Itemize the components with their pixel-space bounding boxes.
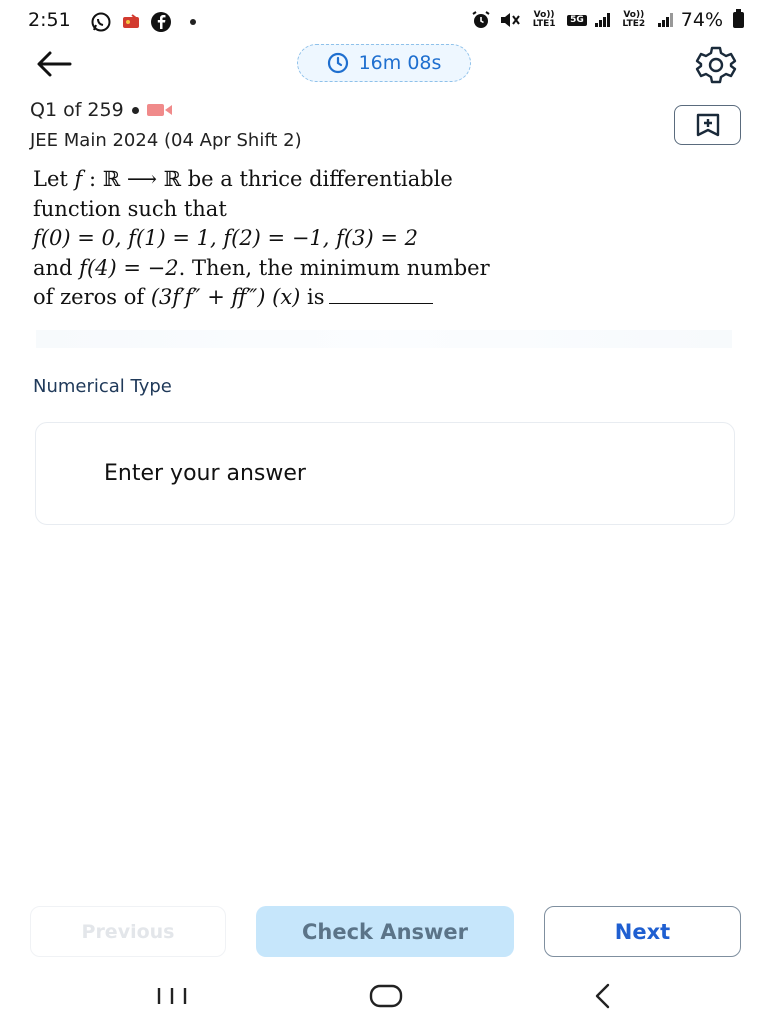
question-line-5: of zeros of (3f′f″ + ff‴) (x) is: [33, 283, 733, 313]
battery-icon: [733, 9, 744, 28]
chevron-left-icon: [595, 983, 610, 1009]
bookmark-add-icon: [696, 113, 719, 137]
recent-apps-icon: [157, 988, 187, 1004]
answer-input[interactable]: [35, 422, 735, 525]
question-line-4: and f(4) = −2. Then, the minimum number: [33, 254, 733, 284]
q-text: Let: [33, 167, 75, 191]
previous-button[interactable]: Previous: [30, 906, 226, 957]
video-icon[interactable]: [146, 103, 173, 117]
clock-icon: [327, 52, 348, 74]
check-answer-button[interactable]: Check Answer: [256, 906, 514, 957]
q-math: f(4) = −2: [79, 255, 179, 280]
status-system-icons: Vo)) LTE1 5G Vo)) LTE2 74%: [471, 9, 744, 31]
volte2-badge: Vo)) LTE2: [622, 10, 646, 29]
q-text: of zeros of: [33, 285, 151, 310]
app-notification-icon: [123, 14, 139, 28]
5g-badge: 5G: [567, 14, 587, 26]
question-text: Let f : ℝ ⟶ ℝ be a thrice differentiable…: [33, 165, 733, 313]
home-button[interactable]: [369, 983, 403, 1009]
timer-pill: 16m 08s: [297, 44, 471, 82]
next-button[interactable]: Next: [544, 906, 741, 957]
question-line-3: f(0) = 0, f(1) = 1, f(2) = −1, f(3) = 2: [33, 226, 418, 251]
back-button[interactable]: [34, 47, 74, 81]
alarm-icon: [472, 11, 490, 28]
system-back-button[interactable]: [590, 981, 616, 1011]
timer-text: 16m 08s: [358, 52, 442, 74]
separator-dot: [131, 106, 139, 114]
q-text: and: [33, 255, 80, 280]
q-text: : ℝ ⟶ ℝ be a thrice differentiable: [82, 167, 453, 191]
recent-apps-button[interactable]: [156, 986, 188, 1006]
bookmark-button[interactable]: [674, 105, 741, 145]
answer-type-label: Numerical Type: [33, 376, 172, 397]
q-text: is: [300, 285, 325, 310]
volte1-badge: Vo)) LTE1: [532, 10, 556, 29]
answer-blank: [328, 286, 433, 305]
system-navigation-bar: [0, 972, 768, 1024]
status-time: 2:51: [28, 9, 71, 31]
settings-button[interactable]: [693, 45, 739, 85]
whatsapp-icon: [91, 12, 111, 32]
question-counter-text: Q1 of 259: [30, 99, 124, 121]
arrow-left-icon: [37, 51, 72, 77]
exam-title: JEE Main 2024 (04 Apr Shift 2): [30, 130, 302, 151]
signal-bars-icon: [594, 13, 610, 27]
question-counter: Q1 of 259: [30, 99, 173, 121]
gear-icon: [695, 46, 737, 84]
home-icon: [369, 984, 403, 1008]
mute-icon: [501, 13, 520, 27]
question-line-1: Let f : ℝ ⟶ ℝ be a thrice differentiable: [33, 165, 733, 195]
faint-divider: [36, 330, 732, 348]
signal-bars-2-icon: [657, 13, 673, 27]
more-notifications-dot: [190, 19, 196, 25]
status-bar: 2:51 Vo)) LTE1 5G Vo)) LTE2 74%: [0, 0, 768, 44]
battery-percent: 74%: [680, 9, 723, 31]
q-math: (3f′f″ + ff‴) (x): [150, 285, 301, 310]
q-text: . Then, the minimum number: [178, 255, 490, 280]
question-line-2: function such that: [33, 196, 227, 221]
facebook-icon: [151, 12, 171, 32]
status-notification-icons: [90, 11, 196, 33]
